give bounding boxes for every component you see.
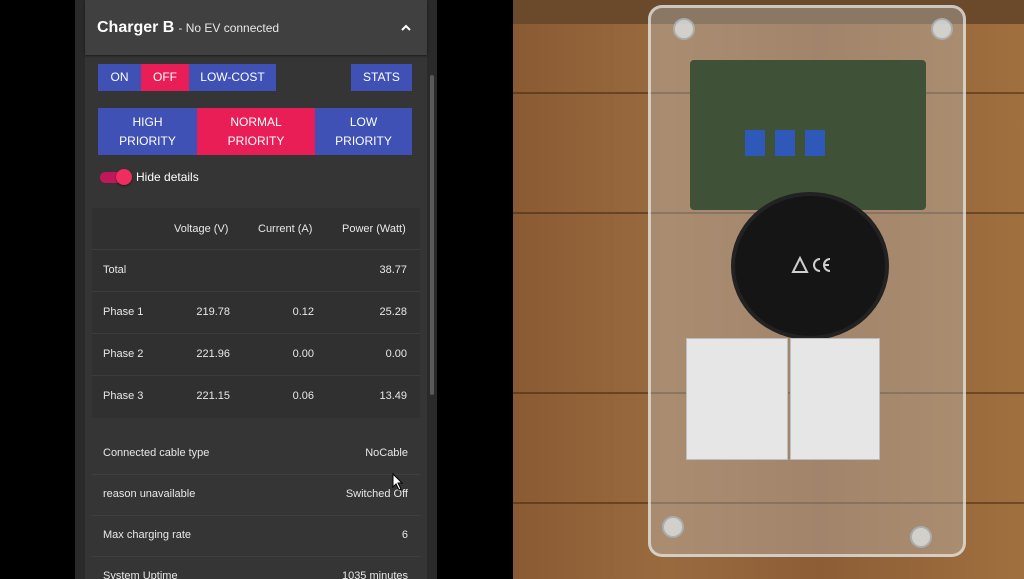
screw-icon [673, 18, 695, 40]
table-row-phase3: Phase 3 221.15 0.06 13.49 [92, 376, 420, 417]
header-voltage: Voltage (V) [174, 223, 229, 235]
charger-panel: Charger B- No EV connected ON OFF LOW-CO… [75, 0, 437, 579]
scrollbar[interactable] [430, 75, 434, 395]
normal-priority-line2: PRIORITY [227, 133, 285, 148]
row-power: 38.77 [379, 264, 407, 276]
row-label: Total [103, 264, 127, 276]
row-voltage: 221.15 [196, 390, 230, 402]
info-value: NoCable [365, 447, 408, 459]
row-label: Phase 2 [103, 348, 144, 360]
info-row-cable-type: Connected cable type NoCable [92, 433, 420, 475]
low-priority-line2: PRIORITY [335, 133, 392, 148]
off-button[interactable]: OFF [141, 64, 189, 91]
info-row-max-rate: Max charging rate 6 [92, 515, 420, 557]
high-priority-line2: PRIORITY [119, 133, 176, 148]
screw-icon [662, 516, 684, 538]
info-label: reason unavailable [103, 488, 196, 500]
row-label: Phase 1 [103, 306, 144, 318]
info-label: Connected cable type [103, 447, 210, 459]
details-toggle-label: Hide details [136, 170, 199, 184]
on-button[interactable]: ON [98, 64, 141, 91]
low-priority-line1: LOW [349, 114, 378, 129]
row-power: 13.49 [379, 390, 407, 402]
relay-component [745, 130, 765, 156]
header-power: Power (Watt) [342, 223, 406, 235]
stats-button[interactable]: STATS [351, 64, 412, 91]
high-priority-line1: HIGH [132, 114, 163, 129]
normal-priority-line1: NORMAL [230, 114, 282, 129]
table-row-phase2: Phase 2 0.00 221.96 0.00 [92, 334, 420, 376]
screw-icon [931, 18, 953, 40]
charger-name: Charger B [97, 19, 175, 36]
screw-icon [910, 526, 932, 548]
info-label: Max charging rate [103, 529, 192, 541]
relay-component [805, 130, 825, 156]
chevron-up-icon[interactable] [399, 21, 413, 35]
charger-card: Charger B- No EV connected ON OFF LOW-CO… [85, 0, 427, 579]
info-value: 1035 minutes [341, 570, 408, 579]
info-row-uptime: System Uptime 1035 minutes [92, 556, 420, 579]
row-voltage: 219.78 [196, 306, 230, 318]
table-row-total: Total 38.77 [92, 250, 420, 292]
relay-component [775, 130, 795, 156]
info-label: System Uptime [103, 570, 178, 579]
info-value: 6 [401, 529, 408, 541]
row-current: 0.00 [292, 348, 314, 360]
breaker-module [686, 338, 788, 460]
row-power: 25.28 [379, 306, 407, 318]
low-cost-button[interactable]: LOW-COST [189, 64, 276, 91]
charger-header[interactable]: Charger B- No EV connected [85, 0, 427, 55]
row-voltage: 221.96 [196, 348, 230, 360]
phase-table: Voltage (V) Current (A) Power (Watt) Tot… [92, 208, 420, 418]
normal-priority-button[interactable]: NORMAL PRIORITY [197, 108, 315, 155]
info-row-reason: reason unavailable Switched Off [92, 474, 420, 516]
charger-status: - No EV connected [178, 21, 280, 35]
charger-title: Charger B- No EV connected [97, 19, 279, 37]
mouse-cursor-icon [392, 473, 404, 491]
row-power: 0.00 [385, 348, 407, 360]
breaker-module [790, 338, 880, 460]
details-toggle[interactable] [100, 169, 132, 185]
row-label: Phase 3 [103, 390, 144, 402]
toggle-knob [116, 169, 132, 185]
row-current: 0.12 [292, 306, 314, 318]
ce-mark-icon [791, 256, 831, 273]
row-current: 0.06 [292, 390, 314, 402]
table-row-phase1: Phase 1 219.78 0.12 25.28 [92, 292, 420, 334]
table-header-row: Voltage (V) Current (A) Power (Watt) [92, 208, 420, 250]
header-current: Current (A) [258, 223, 313, 235]
high-priority-button[interactable]: HIGH PRIORITY [98, 108, 197, 155]
low-priority-button[interactable]: LOW PRIORITY [315, 108, 412, 155]
